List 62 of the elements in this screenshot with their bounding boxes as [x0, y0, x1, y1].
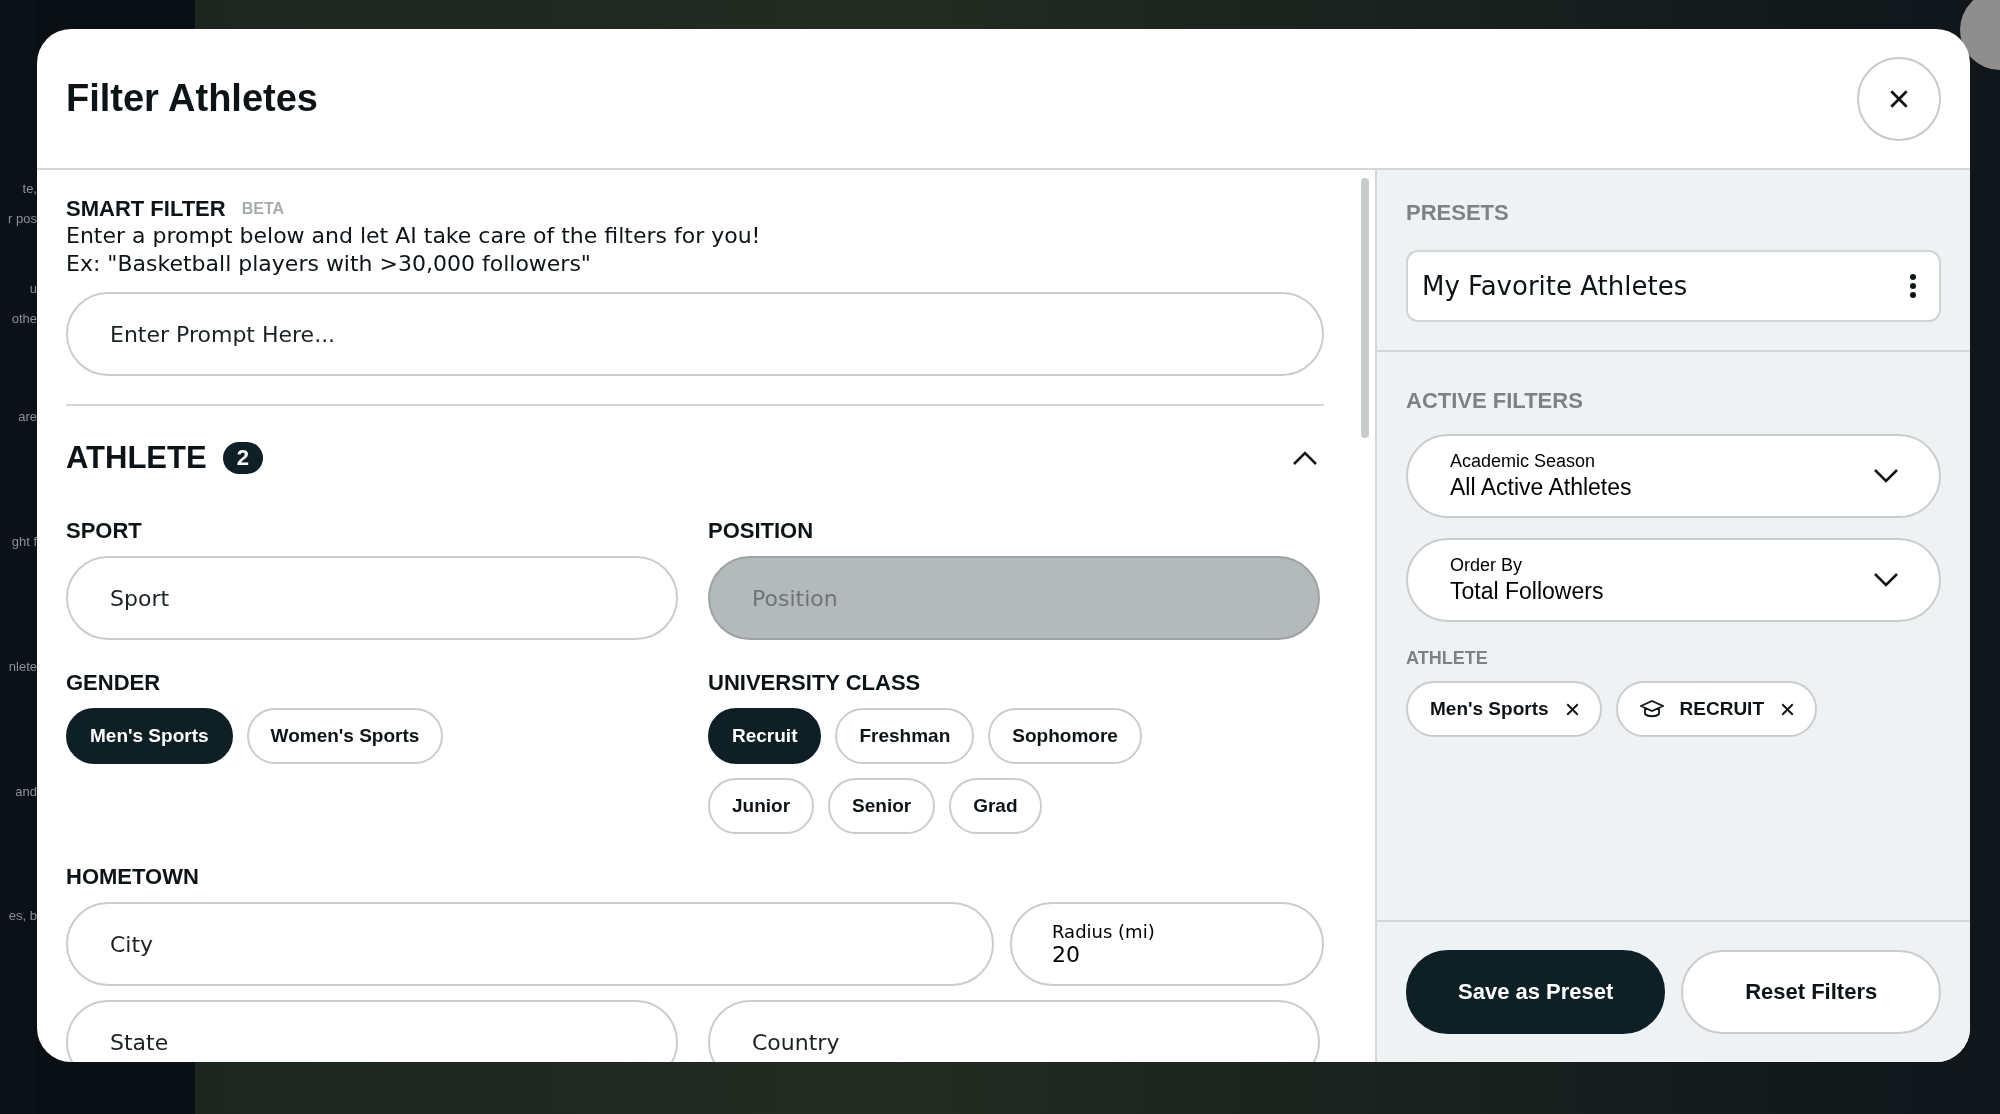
- option-chip[interactable]: Men's Sports: [66, 708, 233, 764]
- remove-button[interactable]: [1780, 701, 1795, 717]
- state-field[interactable]: State: [66, 1000, 678, 1062]
- section-label: PRESETS: [1406, 200, 1510, 226]
- close-icon: [1564, 701, 1580, 717]
- background-text: are: [18, 408, 37, 426]
- description-text: Enter a prompt below and let AI take care of the filters for you!: [66, 222, 762, 250]
- tag-label: Men's Sports: [1430, 698, 1549, 720]
- reset-filters-button[interactable]: Reset Filters: [1681, 950, 1941, 1034]
- country-field[interactable]: Country: [708, 1000, 1320, 1062]
- option-chip[interactable]: Junior: [708, 778, 815, 834]
- radius-field[interactable]: Radius (mi) 20: [1010, 902, 1324, 986]
- tag-label: RECRUIT: [1679, 698, 1764, 720]
- background-text: nlete: [8, 658, 37, 676]
- dropdown-label: Order By: [1450, 555, 1524, 576]
- background-text: othe: [11, 310, 37, 328]
- field-label: GENDER: [66, 670, 162, 696]
- background-text: te,: [22, 180, 37, 198]
- option-chip[interactable]: Senior: [828, 778, 936, 834]
- city-field[interactable]: City: [66, 902, 994, 986]
- filter-dropdown[interactable]: Academic Season All Active Athletes: [1406, 434, 1941, 518]
- field-value: 20: [1052, 942, 1080, 967]
- field-label: UNIVERSITY CLASS: [708, 670, 922, 696]
- section-label: SMART FILTER: [66, 196, 226, 222]
- preset-select[interactable]: My Favorite Athletes: [1406, 250, 1941, 322]
- section-label: ACTIVE FILTERS: [1406, 388, 1584, 414]
- close-icon: [1780, 701, 1795, 717]
- chevron-down-icon[interactable]: [1873, 468, 1899, 484]
- background-text: and: [15, 783, 37, 801]
- dialog-title: Filter Athletes: [66, 77, 318, 120]
- field-label: POSITION: [708, 518, 815, 544]
- sport-field[interactable]: Sport: [66, 556, 678, 640]
- count-badge: 2: [222, 442, 263, 474]
- field-label: SPORT: [66, 518, 143, 544]
- remove-button[interactable]: [1564, 701, 1580, 717]
- field-label: HOMETOWN: [66, 864, 200, 890]
- beta-label: BETA: [241, 200, 285, 218]
- option-chip[interactable]: Grad: [949, 778, 1042, 834]
- scrollbar[interactable]: [1361, 178, 1369, 438]
- background-text: ght f: [11, 533, 37, 551]
- field-label: Radius (mi): [1052, 921, 1155, 942]
- more-icon[interactable]: [1909, 273, 1917, 299]
- group-label: ATHLETE: [1406, 648, 1489, 669]
- graduation-cap-icon: [1639, 699, 1664, 719]
- filter-dropdown[interactable]: Order By Total Followers: [1406, 538, 1941, 622]
- section-heading: ATHLETE: [66, 440, 207, 476]
- preset-name: My Favorite Athletes: [1422, 271, 1688, 301]
- background-text: r pos: [8, 210, 37, 228]
- option-chip[interactable]: Recruit: [708, 708, 822, 764]
- dropdown-value: All Active Athletes: [1450, 474, 1632, 501]
- dropdown-label: Academic Season: [1450, 451, 1597, 472]
- prompt-field[interactable]: Enter Prompt Here...: [66, 292, 1324, 376]
- save-preset-button[interactable]: Save as Preset: [1406, 950, 1666, 1034]
- background-text: es, b: [8, 907, 37, 925]
- option-chip[interactable]: Freshman: [835, 708, 975, 764]
- option-chip[interactable]: Women's Sports: [246, 708, 444, 764]
- chevron-up-icon[interactable]: [1292, 450, 1318, 466]
- chevron-down-icon[interactable]: [1873, 572, 1899, 588]
- dropdown-value: Total Followers: [1450, 578, 1604, 605]
- example-text: Ex: "Basketball players with >30,000 followers": [66, 250, 592, 278]
- option-chip[interactable]: Sophomore: [988, 708, 1142, 764]
- background-text: u: [29, 280, 37, 298]
